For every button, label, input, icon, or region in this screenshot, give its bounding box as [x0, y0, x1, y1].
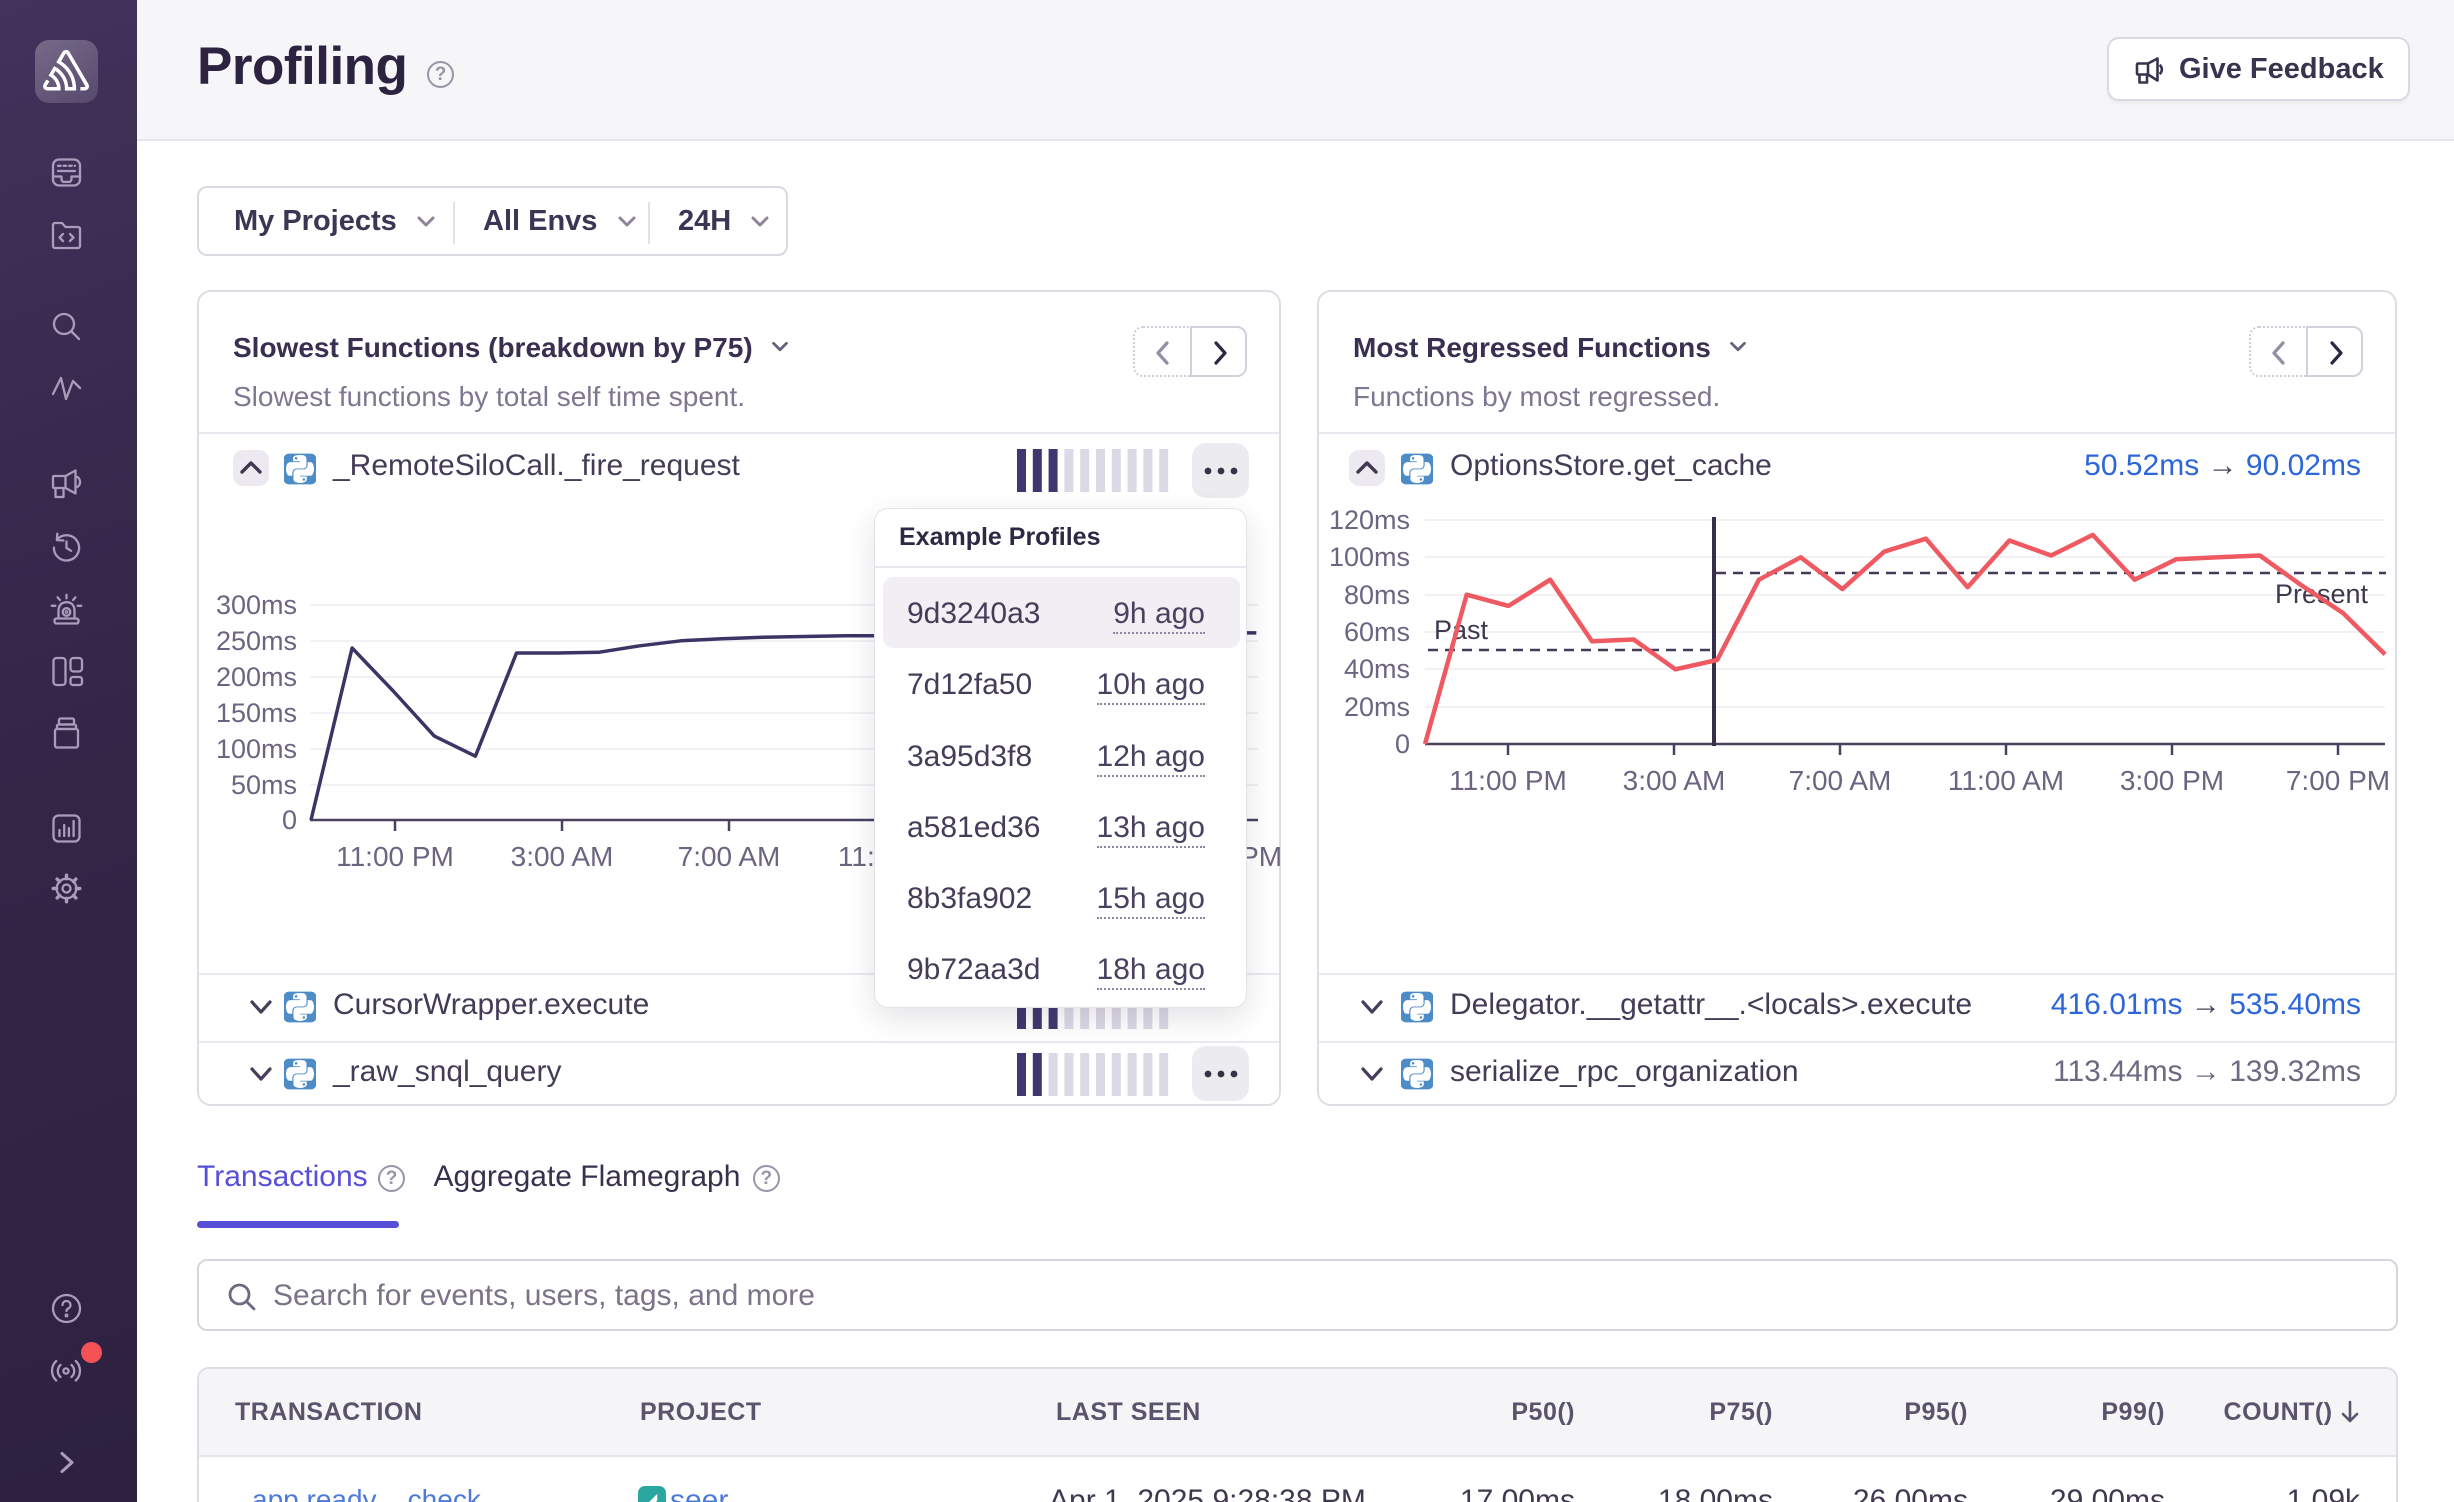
svg-text:100ms: 100ms [216, 734, 297, 764]
svg-text:300ms: 300ms [216, 590, 297, 620]
svg-text:200ms: 200ms [216, 662, 297, 692]
svg-text:7:00 AM: 7:00 AM [678, 841, 781, 872]
svg-text:80ms: 80ms [1344, 580, 1410, 610]
svg-text:60ms: 60ms [1344, 617, 1410, 647]
svg-text:7:00 PM: 7:00 PM [2286, 765, 2390, 796]
svg-text:11:00 PM: 11:00 PM [1449, 765, 1567, 796]
svg-text:100ms: 100ms [1329, 542, 1410, 572]
svg-text:0: 0 [1395, 729, 1410, 759]
svg-text:11:00 PM: 11:00 PM [336, 841, 454, 872]
svg-text:50ms: 50ms [231, 770, 297, 800]
svg-text:250ms: 250ms [216, 626, 297, 656]
svg-text:3:00 PM: 3:00 PM [2120, 765, 2224, 796]
svg-text:3:00 AM: 3:00 AM [511, 841, 614, 872]
svg-text:3:00 AM: 3:00 AM [1623, 765, 1726, 796]
svg-text:0: 0 [282, 805, 297, 835]
svg-text:Present: Present [2275, 579, 2369, 609]
svg-text:120ms: 120ms [1329, 505, 1410, 535]
svg-text:20ms: 20ms [1344, 692, 1410, 722]
svg-text:7:00 AM: 7:00 AM [1789, 765, 1892, 796]
svg-text:40ms: 40ms [1344, 654, 1410, 684]
svg-text:150ms: 150ms [216, 698, 297, 728]
svg-text:11:00 AM: 11:00 AM [1948, 765, 2064, 796]
